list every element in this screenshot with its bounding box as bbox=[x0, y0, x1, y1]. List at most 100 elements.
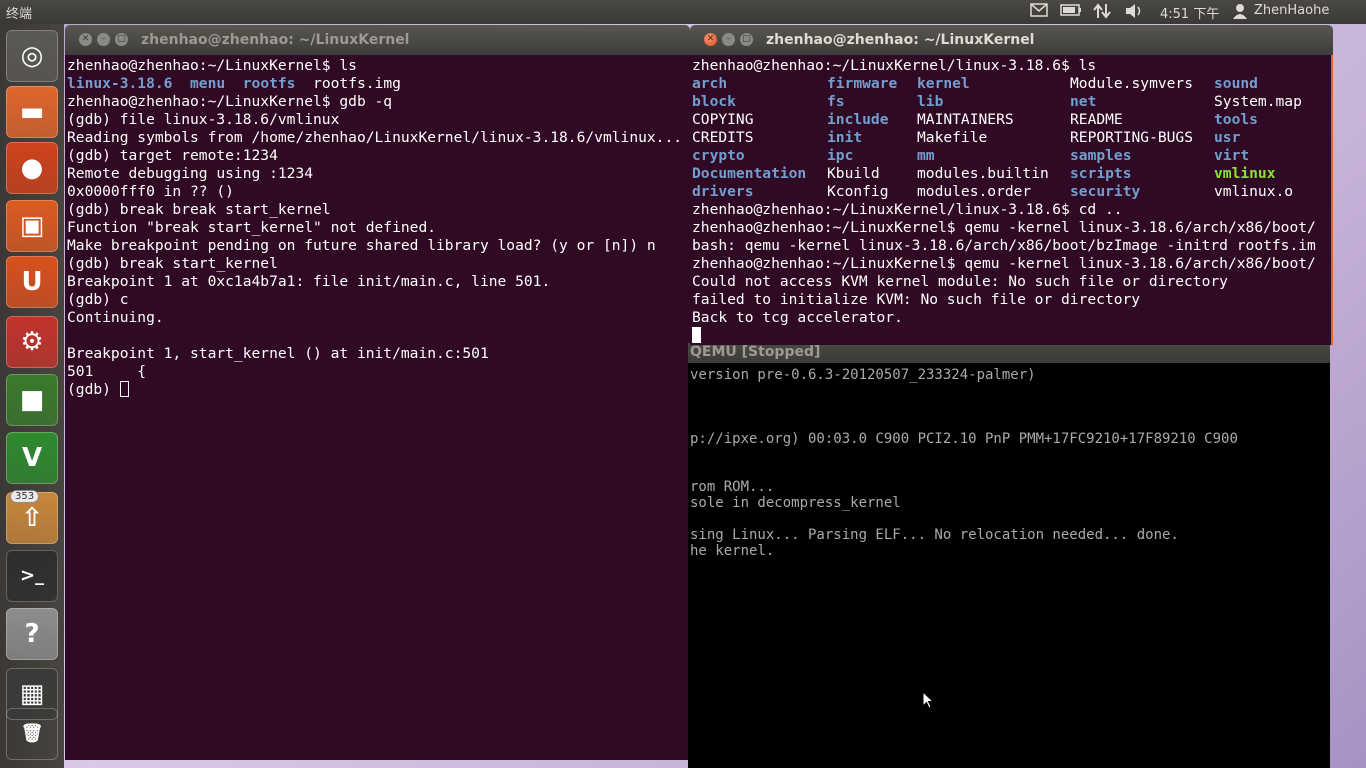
launcher-ubuntu-one[interactable]: U bbox=[6, 256, 58, 308]
launcher-files[interactable]: ▬ bbox=[6, 86, 58, 138]
ls-entry: fs bbox=[827, 93, 845, 110]
launcher-update-manager[interactable]: ⇧ 353 bbox=[6, 490, 58, 544]
ls-entry: vmlinux bbox=[1214, 165, 1276, 182]
ls-entry: tools bbox=[1214, 111, 1258, 128]
ls-entry: menu bbox=[190, 75, 226, 92]
terminal-text: Back to tcg accelerator. bbox=[692, 309, 903, 326]
maximize-icon[interactable]: □ bbox=[740, 33, 753, 46]
terminal-text: zhenhao@zhenhao:~/LinuxKernel/linux-3.18… bbox=[692, 201, 1123, 218]
ls-entry: COPYING bbox=[692, 111, 754, 128]
network-icon[interactable] bbox=[1093, 3, 1111, 21]
terminal-text: bash: qemu -kernel linux-3.18.6/arch/x86… bbox=[692, 237, 1316, 254]
terminal-text: (gdb) bbox=[67, 381, 120, 398]
ubuntu-one-icon: U bbox=[21, 267, 43, 297]
terminal-line: failed to initialize KVM: No such file o… bbox=[692, 291, 1331, 309]
ls-entry: virt bbox=[1214, 147, 1250, 164]
terminal-text: Remote debugging using :1234 bbox=[67, 165, 314, 182]
terminal-line: linux-3.18.6 menu rootfs rootfs.img bbox=[67, 75, 690, 93]
qemu-window[interactable]: QEMU [Stopped] version pre-0.6.3-2012050… bbox=[688, 343, 1330, 768]
terminal-line: zhenhao@zhenhao:~/LinuxKernel/linux-3.18… bbox=[692, 57, 1331, 75]
terminal-line: zhenhao@zhenhao:~/LinuxKernel$ qemu -ker… bbox=[692, 219, 1331, 237]
ls-row: COPYING include MAINTAINERS README tools bbox=[692, 111, 1331, 129]
ls-entry: linux-3.18.6 bbox=[67, 75, 173, 92]
text-cursor bbox=[692, 327, 701, 343]
terminal-text: 501 { bbox=[67, 363, 147, 380]
ls-entry: security bbox=[1070, 183, 1141, 200]
terminal-text: zhenhao@zhenhao:~/LinuxKernel$ gdb -q bbox=[67, 93, 393, 110]
terminal-line: zhenhao@zhenhao:~/LinuxKernel$ qemu -ker… bbox=[692, 255, 1331, 273]
ls-entry: mm bbox=[917, 147, 935, 164]
ls-entry: README bbox=[1070, 111, 1123, 128]
ls-entry: init bbox=[827, 129, 863, 146]
mail-icon[interactable] bbox=[1030, 3, 1048, 21]
clock[interactable]: 4:51 下午 bbox=[1160, 3, 1219, 22]
folder-icon: ▬ bbox=[19, 97, 45, 127]
volume-icon[interactable] bbox=[1124, 3, 1144, 21]
ls-entry: modules.order bbox=[917, 183, 1032, 200]
terminal-line: Make breakpoint pending on future shared… bbox=[67, 237, 690, 255]
launcher-terminal[interactable]: >_ bbox=[6, 550, 58, 602]
battery-icon[interactable] bbox=[1060, 3, 1082, 21]
ls-entry: block bbox=[692, 93, 736, 110]
ls-entry: vmlinux.o bbox=[1214, 183, 1294, 200]
active-app-title: 终端 bbox=[6, 7, 33, 22]
terminal-line: zhenhao@zhenhao:~/LinuxKernel$ ls bbox=[67, 57, 690, 75]
terminal-line: Function "break start_kernel" not define… bbox=[67, 219, 690, 237]
ls-entry: crypto bbox=[692, 147, 745, 164]
titlebar[interactable]: ✕ – □ zhenhao@zhenhao: ~/LinuxKernel bbox=[690, 25, 1333, 55]
ls-entry: lib bbox=[917, 93, 944, 110]
terminal-output[interactable]: zhenhao@zhenhao:~/LinuxKernel$ ls linux-3… bbox=[65, 55, 690, 760]
launcher-software-center[interactable]: ▣ bbox=[6, 200, 58, 252]
close-icon[interactable]: ✕ bbox=[704, 33, 717, 46]
launcher-trash[interactable]: 🗑 bbox=[6, 708, 58, 760]
terminal-text: zhenhao@zhenhao:~/LinuxKernel/linux-3.18… bbox=[692, 57, 1097, 74]
ubuntu-logo-icon: ◎ bbox=[20, 41, 44, 71]
terminal-text: Make breakpoint pending on future shared… bbox=[67, 237, 656, 254]
terminal-output[interactable]: zhenhao@zhenhao:~/LinuxKernel/linux-3.18… bbox=[690, 55, 1333, 345]
ls-entry: usr bbox=[1214, 129, 1241, 146]
ls-entry: Kconfig bbox=[827, 183, 889, 200]
terminal-text: 0x0000fff0 in ?? () bbox=[67, 183, 234, 200]
qemu-console-line: he kernel. bbox=[690, 543, 775, 559]
terminal-text: Breakpoint 1 at 0xc1a4b7a1: file init/ma… bbox=[67, 273, 551, 290]
terminal-window-gdb[interactable]: ✕ – □ zhenhao@zhenhao: ~/LinuxKernel zhe… bbox=[65, 25, 690, 760]
qemu-console[interactable]: version pre-0.6.3-20120507_233324-palmer… bbox=[688, 363, 1330, 768]
ls-entry: Makefile bbox=[917, 129, 988, 146]
user-icon[interactable] bbox=[1233, 3, 1247, 21]
terminal-line: Back to tcg accelerator. bbox=[692, 309, 1331, 327]
launcher-workspaces[interactable]: ■ bbox=[6, 374, 58, 426]
launcher-system-settings[interactable]: ⚙ bbox=[6, 316, 58, 368]
terminal-text: Continuing. bbox=[67, 309, 164, 326]
ls-entry: drivers bbox=[692, 183, 754, 200]
terminal-text: zhenhao@zhenhao:~/LinuxKernel$ ls bbox=[67, 57, 357, 74]
terminal-line: (gdb) break break start_kernel bbox=[67, 201, 690, 219]
launcher-dash-home[interactable]: ◎ bbox=[6, 30, 58, 82]
terminal-text: (gdb) break break start_kernel bbox=[67, 201, 331, 218]
launcher-firefox[interactable]: ● bbox=[6, 142, 58, 194]
terminal-line: (gdb) file linux-3.18.6/vmlinux bbox=[67, 111, 690, 129]
terminal-text: (gdb) c bbox=[67, 291, 129, 308]
ls-entry: CREDITS bbox=[692, 129, 754, 146]
qemu-console-line: version pre-0.6.3-20120507_233324-palmer… bbox=[690, 367, 1036, 383]
terminal-line bbox=[692, 327, 1331, 345]
launcher-help[interactable]: ? bbox=[6, 608, 58, 660]
minimize-icon[interactable]: – bbox=[97, 33, 110, 46]
maximize-icon[interactable]: □ bbox=[115, 33, 128, 46]
launcher-vim[interactable]: V bbox=[6, 432, 58, 484]
terminal-line: (gdb) c bbox=[67, 291, 690, 309]
qemu-console-line: rom ROM... bbox=[690, 479, 775, 495]
ls-row: Documentation Kbuild modules.builtin script… bbox=[692, 165, 1331, 183]
minimize-icon[interactable]: – bbox=[722, 33, 735, 46]
ls-row: arch firmware kernel Module.symvers sound bbox=[692, 75, 1331, 93]
terminal-window-qemu[interactable]: ✕ – □ zhenhao@zhenhao: ~/LinuxKernel zhe… bbox=[690, 25, 1333, 345]
ls-entry: System.map bbox=[1214, 93, 1302, 110]
user-name[interactable]: ZhenHaohe bbox=[1254, 3, 1329, 21]
terminal-line: 501 { bbox=[67, 363, 690, 381]
window-title: zhenhao@zhenhao: ~/LinuxKernel bbox=[141, 32, 410, 48]
titlebar[interactable]: QEMU [Stopped] bbox=[688, 343, 1330, 363]
titlebar[interactable]: ✕ – □ zhenhao@zhenhao: ~/LinuxKernel bbox=[65, 25, 690, 55]
close-icon[interactable]: ✕ bbox=[79, 33, 92, 46]
settings-icon: ⚙ bbox=[20, 327, 44, 357]
text-cursor bbox=[119, 381, 129, 397]
ls-entry: MAINTAINERS bbox=[917, 111, 1014, 128]
